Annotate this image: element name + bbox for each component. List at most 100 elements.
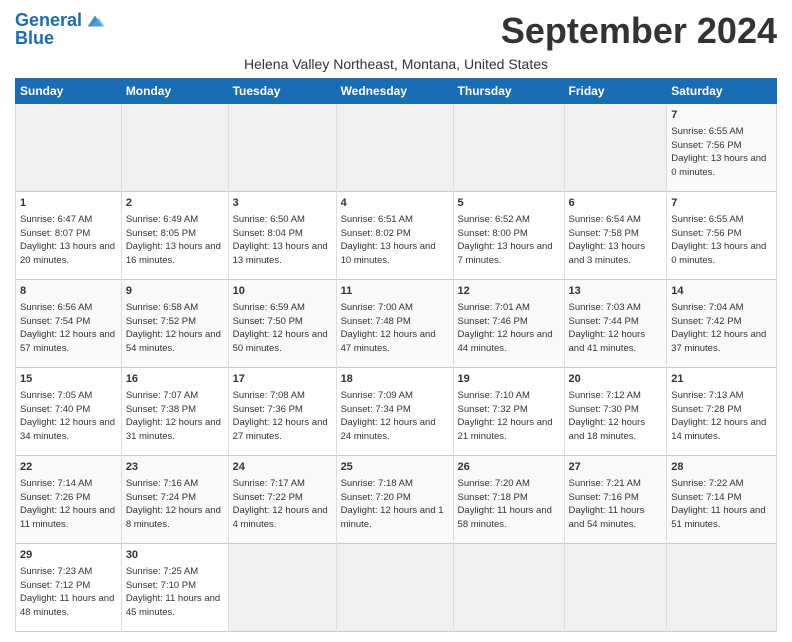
day-number: 8 [20,284,117,299]
day-info: Sunrise: 7:18 AMSunset: 7:20 PMDaylight:… [341,478,444,530]
day-info: Sunrise: 7:07 AMSunset: 7:38 PMDaylight:… [126,390,221,442]
calendar-day-cell: 12Sunrise: 7:01 AMSunset: 7:46 PMDayligh… [453,280,564,368]
day-number: 30 [126,548,224,563]
calendar-day-cell-empty [228,104,336,192]
day-number: 3 [233,196,332,211]
day-of-week-header: Sunday [16,79,122,104]
day-info: Sunrise: 7:03 AMSunset: 7:44 PMDaylight:… [569,302,646,354]
day-info: Sunrise: 7:10 AMSunset: 7:32 PMDaylight:… [458,390,553,442]
calendar-day-cell-empty [228,544,336,632]
day-info: Sunrise: 6:49 AMSunset: 8:05 PMDaylight:… [126,214,221,266]
day-of-week-header: Saturday [667,79,777,104]
calendar-table: SundayMondayTuesdayWednesdayThursdayFrid… [15,78,777,632]
calendar-day-cell-empty [564,544,667,632]
calendar-day-cell: 21 Sunrise: 7:13 AMSunset: 7:28 PMDayligh… [667,368,777,456]
calendar-day-cell: 10Sunrise: 6:59 AMSunset: 7:50 PMDayligh… [228,280,336,368]
calendar-day-cell: 8 Sunrise: 6:56 AMSunset: 7:54 PMDaylight… [16,280,122,368]
day-info: Sunrise: 7:00 AMSunset: 7:48 PMDaylight:… [341,302,436,354]
calendar-week-row: 22Sunrise: 7:14 AMSunset: 7:26 PMDayligh… [16,456,777,544]
calendar-day-cell: 23Sunrise: 7:16 AMSunset: 7:24 PMDayligh… [121,456,228,544]
day-number: 9 [126,284,224,299]
day-info: Sunrise: 6:51 AMSunset: 8:02 PMDaylight:… [341,214,436,266]
day-info: Sunrise: 7:16 AMSunset: 7:24 PMDaylight:… [126,478,221,530]
calendar-day-cell-empty [564,104,667,192]
month-title: September 2024 [501,10,777,52]
day-of-week-header: Monday [121,79,228,104]
calendar-day-cell: 29Sunrise: 7:23 AMSunset: 7:12 PMDayligh… [16,544,122,632]
day-number: 2 [126,196,224,211]
day-number: 7 [671,108,772,123]
calendar-day-cell-empty [453,544,564,632]
calendar-week-row: 7 Sunrise: 6:55 AMSunset: 7:56 PMDaylight… [16,104,777,192]
day-number: 19 [458,372,560,387]
day-info: Sunrise: 7:12 AMSunset: 7:30 PMDaylight:… [569,390,646,442]
calendar-day-cell: 18Sunrise: 7:09 AMSunset: 7:34 PMDayligh… [336,368,453,456]
day-info: Sunrise: 7:20 AMSunset: 7:18 PMDaylight:… [458,478,552,530]
day-info: Sunrise: 6:55 AMSunset: 7:56 PMDaylight:… [671,214,766,266]
calendar-day-cell: 20Sunrise: 7:12 AMSunset: 7:30 PMDayligh… [564,368,667,456]
calendar-day-cell-empty [16,104,122,192]
calendar-day-cell-empty [336,104,453,192]
calendar-header-row: SundayMondayTuesdayWednesdayThursdayFrid… [16,79,777,104]
day-info: Sunrise: 7:09 AMSunset: 7:34 PMDaylight:… [341,390,436,442]
day-of-week-header: Tuesday [228,79,336,104]
day-info: Sunrise: 7:08 AMSunset: 7:36 PMDaylight:… [233,390,328,442]
calendar-day-cell: 6 Sunrise: 6:54 AMSunset: 7:58 PMDaylight… [564,192,667,280]
day-number: 17 [233,372,332,387]
day-info: Sunrise: 6:54 AMSunset: 7:58 PMDaylight:… [569,214,646,266]
calendar-day-cell: 24Sunrise: 7:17 AMSunset: 7:22 PMDayligh… [228,456,336,544]
day-number: 1 [20,196,117,211]
sunrise-info: Sunrise: 6:55 AMSunset: 7:56 PMDaylight:… [671,126,766,178]
day-info: Sunrise: 6:58 AMSunset: 7:52 PMDaylight:… [126,302,221,354]
day-info: Sunrise: 7:23 AMSunset: 7:12 PMDaylight:… [20,566,114,618]
calendar-day-cell: 11 Sunrise: 7:00 AMSunset: 7:48 PMDayligh… [336,280,453,368]
calendar-day-cell: 16 Sunrise: 7:07 AMSunset: 7:38 PMDayligh… [121,368,228,456]
day-number: 16 [126,372,224,387]
header: General Blue September 2024 [15,10,777,52]
day-number: 10 [233,284,332,299]
calendar-week-row: 8 Sunrise: 6:56 AMSunset: 7:54 PMDaylight… [16,280,777,368]
calendar-day-cell: 7 Sunrise: 6:55 AMSunset: 7:56 PMDaylight… [667,192,777,280]
day-number: 25 [341,460,449,475]
calendar-day-cell: 28Sunrise: 7:22 AMSunset: 7:14 PMDayligh… [667,456,777,544]
calendar-day-cell-empty [453,104,564,192]
day-info: Sunrise: 7:22 AMSunset: 7:14 PMDaylight:… [671,478,765,530]
calendar-day-cell: 27Sunrise: 7:21 AMSunset: 7:16 PMDayligh… [564,456,667,544]
calendar-week-row: 15Sunrise: 7:05 AMSunset: 7:40 PMDayligh… [16,368,777,456]
calendar-day-cell: 22Sunrise: 7:14 AMSunset: 7:26 PMDayligh… [16,456,122,544]
day-number: 5 [458,196,560,211]
day-of-week-header: Thursday [453,79,564,104]
day-number: 12 [458,284,560,299]
calendar-day-cell: 13Sunrise: 7:03 AMSunset: 7:44 PMDayligh… [564,280,667,368]
day-info: Sunrise: 7:25 AMSunset: 7:10 PMDaylight:… [126,566,220,618]
day-info: Sunrise: 7:13 AMSunset: 7:28 PMDaylight:… [671,390,766,442]
day-of-week-header: Friday [564,79,667,104]
calendar-day-cell-empty [336,544,453,632]
day-info: Sunrise: 6:47 AMSunset: 8:07 PMDaylight:… [20,214,115,266]
day-of-week-header: Wednesday [336,79,453,104]
calendar-day-cell-empty [667,544,777,632]
day-number: 27 [569,460,663,475]
logo-icon [84,10,106,32]
calendar-day-cell: 1 Sunrise: 6:47 AMSunset: 8:07 PMDaylight… [16,192,122,280]
day-number: 11 [341,284,449,299]
day-number: 14 [671,284,772,299]
calendar-day-cell: 15Sunrise: 7:05 AMSunset: 7:40 PMDayligh… [16,368,122,456]
logo: General Blue [15,10,106,49]
day-number: 26 [458,460,560,475]
day-number: 21 [671,372,772,387]
day-number: 22 [20,460,117,475]
calendar-day-cell: 14Sunrise: 7:04 AMSunset: 7:42 PMDayligh… [667,280,777,368]
calendar-day-cell: 19 Sunrise: 7:10 AMSunset: 7:32 PMDayligh… [453,368,564,456]
calendar-week-row: 29Sunrise: 7:23 AMSunset: 7:12 PMDayligh… [16,544,777,632]
day-number: 4 [341,196,449,211]
calendar-day-cell-empty [121,104,228,192]
calendar-day-cell: 9 Sunrise: 6:58 AMSunset: 7:52 PMDaylight… [121,280,228,368]
day-number: 7 [671,196,772,211]
day-info: Sunrise: 6:56 AMSunset: 7:54 PMDaylight:… [20,302,115,354]
calendar-day-cell: 4 Sunrise: 6:51 AMSunset: 8:02 PMDaylight… [336,192,453,280]
calendar-day-cell: 2 Sunrise: 6:49 AMSunset: 8:05 PMDaylight… [121,192,228,280]
calendar-day-cell: 5Sunrise: 6:52 AMSunset: 8:00 PMDaylight… [453,192,564,280]
day-number: 6 [569,196,663,211]
subtitle: Helena Valley Northeast, Montana, United… [15,56,777,72]
